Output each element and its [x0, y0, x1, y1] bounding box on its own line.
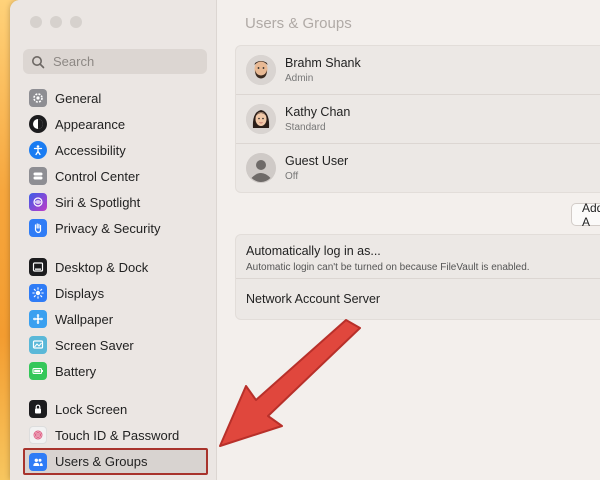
user-name: Guest User: [285, 154, 349, 168]
add-account-button[interactable]: Add A: [571, 201, 600, 229]
control-center-icon: [29, 167, 47, 185]
sidebar-item-touch-id[interactable]: Touch ID & Password: [23, 423, 208, 447]
search-placeholder: Search: [53, 54, 95, 69]
sidebar-item-battery[interactable]: Battery: [23, 359, 208, 383]
screen-saver-icon: [29, 336, 47, 354]
auto-login-title: Automatically log in as...: [246, 244, 381, 258]
network-account-server-label: Network Account Server: [246, 292, 381, 306]
sidebar-item-label: Control Center: [55, 168, 140, 184]
close-window-button[interactable]: [30, 16, 42, 28]
window-controls: [30, 16, 82, 28]
user-row-guest[interactable]: Guest User Off: [236, 144, 600, 192]
avatar: [246, 104, 276, 134]
wallpaper-icon: [29, 310, 47, 328]
user-row-brahm[interactable]: Brahm Shank Admin: [236, 46, 600, 95]
user-name: Brahm Shank: [285, 56, 361, 70]
avatar: [246, 55, 276, 85]
fingerprint-icon: [29, 426, 47, 444]
sidebar-item-privacy-security[interactable]: Privacy & Security: [23, 216, 208, 240]
sidebar-item-label: Appearance: [55, 116, 126, 132]
hand-icon: [29, 219, 47, 237]
users-list: Brahm Shank Admin Kathy Chan Standard Gu…: [235, 45, 600, 193]
search-icon: [32, 55, 45, 68]
sidebar-item-label: Displays: [55, 285, 105, 301]
search-field[interactable]: Search: [23, 49, 207, 74]
guest-avatar-icon: [246, 153, 276, 183]
auto-login-row[interactable]: Automatically log in as... Automatic log…: [236, 235, 600, 279]
sidebar-item-label: Desktop & Dock: [55, 259, 149, 275]
display-icon: [29, 284, 47, 302]
lock-icon: [29, 400, 47, 418]
sidebar-item-general[interactable]: General: [23, 86, 208, 110]
login-settings-card: Automatically log in as... Automatic log…: [235, 234, 600, 320]
sidebar-item-label: General: [55, 90, 102, 106]
appearance-icon: [29, 115, 47, 133]
sidebar-item-users-groups[interactable]: Users & Groups: [23, 448, 208, 475]
user-role: Admin: [285, 73, 314, 84]
users-icon: [29, 452, 47, 471]
sidebar-item-siri-spotlight[interactable]: Siri & Spotlight: [23, 190, 208, 214]
accessibility-icon: [29, 141, 47, 159]
minimize-window-button[interactable]: [50, 16, 62, 28]
zoom-window-button[interactable]: [70, 16, 82, 28]
sidebar-item-label: Users & Groups: [55, 454, 148, 469]
sidebar-item-wallpaper[interactable]: Wallpaper: [23, 307, 208, 331]
sidebar-item-lock-screen[interactable]: Lock Screen: [23, 397, 208, 421]
sidebar-item-displays[interactable]: Displays: [23, 281, 208, 305]
gear-icon: [29, 89, 47, 107]
user-name: Kathy Chan: [285, 105, 351, 119]
user-row-kathy[interactable]: Kathy Chan Standard: [236, 95, 600, 144]
sidebar-item-desktop-dock[interactable]: Desktop & Dock: [23, 255, 208, 279]
sidebar-item-label: Accessibility: [55, 142, 126, 158]
annotation-arrow-icon: [219, 319, 361, 447]
network-account-server-row[interactable]: Network Account Server: [236, 279, 600, 319]
sidebar-item-label: Lock Screen: [55, 401, 128, 417]
sidebar-item-appearance[interactable]: Appearance: [23, 112, 208, 136]
user-role: Standard: [285, 122, 326, 133]
page-title: Users & Groups: [245, 15, 352, 32]
dock-icon: [29, 258, 47, 276]
sidebar-item-label: Screen Saver: [55, 337, 134, 353]
sidebar-item-label: Battery: [55, 363, 97, 379]
sidebar: Search General Appearance Accessibility: [10, 0, 217, 480]
battery-icon: [29, 362, 47, 380]
sidebar-item-accessibility[interactable]: Accessibility: [23, 138, 208, 162]
sidebar-item-label: Privacy & Security: [55, 220, 161, 236]
sidebar-item-screen-saver[interactable]: Screen Saver: [23, 333, 208, 357]
sidebar-item-label: Wallpaper: [55, 311, 114, 327]
sidebar-item-control-center[interactable]: Control Center: [23, 164, 208, 188]
sidebar-item-label: Siri & Spotlight: [55, 194, 141, 210]
sidebar-item-label: Touch ID & Password: [55, 427, 180, 443]
siri-icon: [29, 193, 47, 211]
user-role: Off: [285, 171, 299, 182]
auto-login-note: Automatic login can't be turned on becau…: [246, 262, 530, 273]
